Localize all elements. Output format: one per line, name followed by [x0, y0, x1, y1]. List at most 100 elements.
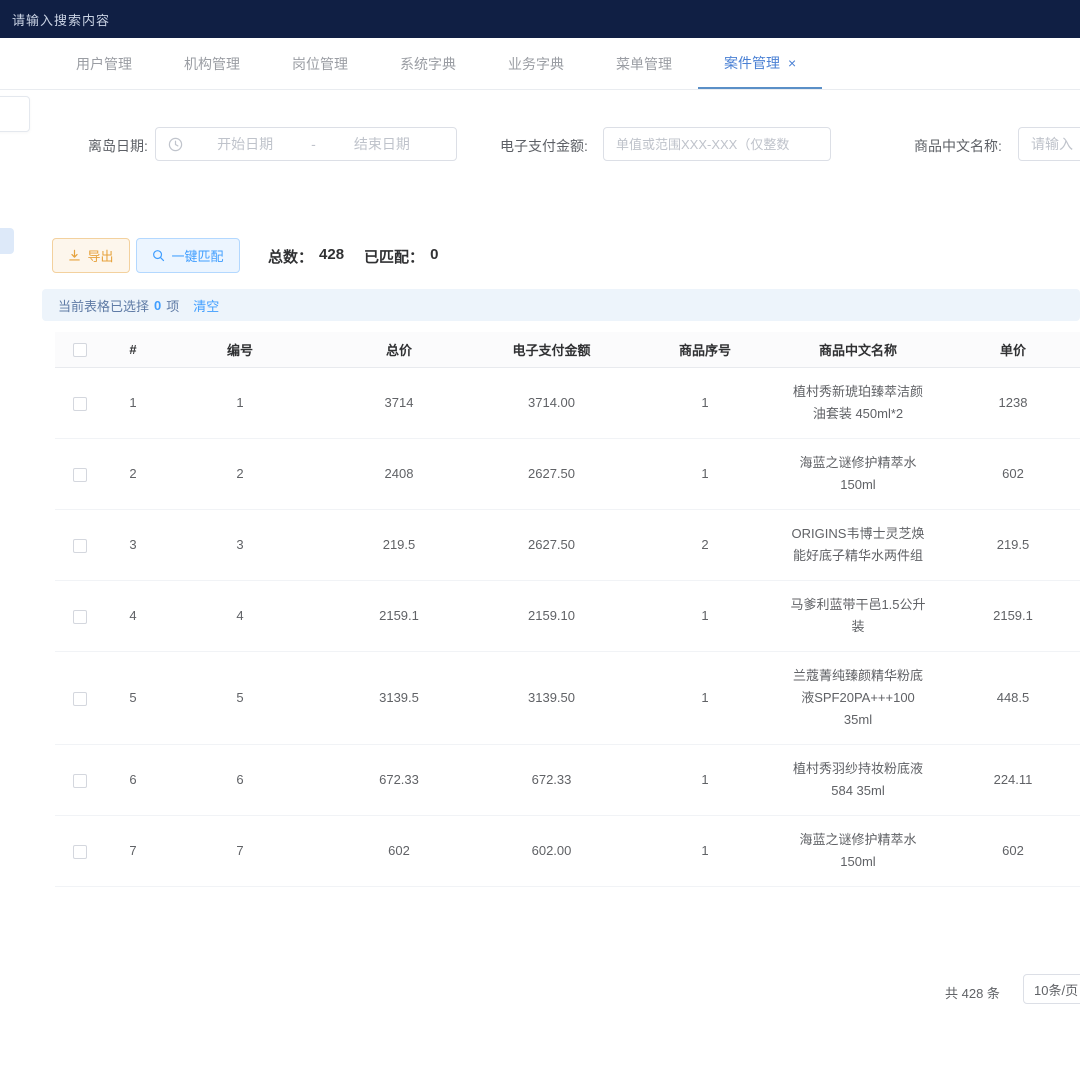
col-header-total: 总价: [319, 340, 479, 359]
col-header-unit: 单价: [930, 340, 1080, 359]
cell-index: 4: [105, 605, 161, 627]
clipped-left-card: [0, 96, 30, 132]
cell-epay: 2627.50: [479, 463, 624, 485]
cell-seq: 2: [624, 534, 786, 556]
selection-alert: 当前表格已选择 0 项 清空: [42, 289, 1080, 321]
tab-case-mgmt[interactable]: 案件管理 ×: [698, 38, 822, 89]
cell-epay: 1399.47: [479, 900, 624, 902]
clipped-left-strip: [0, 228, 14, 254]
row-checkbox[interactable]: [73, 468, 87, 482]
row-checkbox[interactable]: [73, 539, 87, 553]
cell-unit: 448.5: [930, 687, 1080, 709]
export-button[interactable]: 导出: [52, 238, 130, 273]
cell-unit: 459.82: [930, 900, 1080, 902]
product-name-input[interactable]: [1018, 127, 1080, 161]
row-checkbox[interactable]: [73, 397, 87, 411]
cell-unit: 1238: [930, 392, 1080, 414]
cell-index: 6: [105, 769, 161, 791]
cell-seq: 1: [624, 769, 786, 791]
close-icon[interactable]: ×: [788, 56, 796, 70]
cell-epay: 3714.00: [479, 392, 624, 414]
total-label: 总数：: [268, 246, 313, 267]
cell-index: 1: [105, 392, 161, 414]
pagination-total: 共 428 条: [945, 983, 1000, 1002]
cell-name: 植村秀新琥珀臻萃洁颜油套装 450ml*2: [786, 381, 930, 425]
row-checkbox[interactable]: [73, 692, 87, 706]
cell-name: 海蓝之谜修护精萃水 150ml: [786, 452, 930, 496]
cell-index: 2: [105, 463, 161, 485]
cell-total: 2159.1: [319, 605, 479, 627]
tab-label: 案件管理: [724, 53, 780, 73]
cell-epay: 2159.10: [479, 605, 624, 627]
tab-label: 菜单管理: [616, 54, 672, 74]
col-header-index: #: [105, 342, 161, 357]
col-header-epay: 电子支付金额: [479, 340, 624, 359]
tab-business-dict[interactable]: 业务字典: [482, 38, 590, 89]
cell-code: 1: [161, 392, 319, 414]
cell-epay: 2627.50: [479, 534, 624, 556]
export-button-label: 导出: [87, 246, 113, 265]
epay-amount-input[interactable]: [603, 127, 831, 161]
start-date-placeholder: 开始日期: [183, 134, 307, 154]
tab-org-mgmt[interactable]: 机构管理: [158, 38, 266, 89]
cell-total: 672.33: [319, 769, 479, 791]
global-search-input[interactable]: 请输入搜索内容: [12, 10, 110, 29]
table-row: 7 7 602 602.00 1 海蓝之谜修护精萃水 150ml 602: [55, 816, 1080, 887]
table-row: 1 1 3714 3714.00 1 植村秀新琥珀臻萃洁颜油套装 450ml*2…: [55, 368, 1080, 439]
tab-system-dict[interactable]: 系统字典: [374, 38, 482, 89]
cell-name: 海蓝之谜修护精萃水 150ml: [786, 829, 930, 873]
total-value: 428: [319, 246, 344, 267]
one-click-match-button[interactable]: 一键匹配: [136, 238, 240, 273]
select-all-checkbox[interactable]: [73, 343, 87, 357]
tab-user-mgmt[interactable]: 用户管理: [50, 38, 158, 89]
selection-prefix: 当前表格已选择: [58, 296, 149, 315]
cell-code: 4: [161, 605, 319, 627]
page-size-value: 10条/页: [1034, 980, 1078, 999]
cell-code: 2: [161, 463, 319, 485]
download-icon: [68, 249, 81, 262]
page-size-select[interactable]: 10条/页: [1023, 974, 1080, 1004]
cell-unit: 2159.1: [930, 605, 1080, 627]
matched-label: 已匹配：: [364, 246, 424, 267]
cell-seq: 1: [624, 605, 786, 627]
date-separator: -: [307, 136, 320, 152]
tab-label: 用户管理: [76, 54, 132, 74]
date-filter-label: 离岛日期:: [88, 136, 148, 156]
cell-name: 兰蔻菁纯臻颜精华粉底液SPF20PA+++100 35ml: [786, 665, 930, 731]
cell-unit: 224.11: [930, 769, 1080, 791]
row-checkbox[interactable]: [73, 774, 87, 788]
table-row: 8 8 1399.47 1399.47 1 卡诗菁纯亮泽经典香氛 459.82: [55, 887, 1080, 902]
cell-unit: 219.5: [930, 534, 1080, 556]
clear-selection-link[interactable]: 清空: [193, 296, 219, 315]
tab-post-mgmt[interactable]: 岗位管理: [266, 38, 374, 89]
table-row: 4 4 2159.1 2159.10 1 马爹利蓝带干邑1.5公升装 2159.…: [55, 581, 1080, 652]
row-checkbox[interactable]: [73, 610, 87, 624]
cell-code: 6: [161, 769, 319, 791]
cell-seq: 1: [624, 463, 786, 485]
cell-name: 卡诗菁纯亮泽经典香氛: [786, 900, 930, 902]
cell-epay: 3139.50: [479, 687, 624, 709]
cell-code: 3: [161, 534, 319, 556]
tab-label: 业务字典: [508, 54, 564, 74]
cell-name: 植村秀羽纱持妆粉底液 584 35ml: [786, 758, 930, 802]
col-header-code: 编号: [161, 340, 319, 359]
tab-label: 机构管理: [184, 54, 240, 74]
row-checkbox[interactable]: [73, 845, 87, 859]
cell-total: 3139.5: [319, 687, 479, 709]
selection-item-word: 项: [166, 296, 179, 315]
clock-icon: [168, 137, 183, 152]
tab-menu-mgmt[interactable]: 菜单管理: [590, 38, 698, 89]
cell-total: 3714: [319, 392, 479, 414]
date-range-picker[interactable]: 开始日期 - 结束日期: [155, 127, 457, 161]
cell-unit: 602: [930, 840, 1080, 862]
cell-unit: 602: [930, 463, 1080, 485]
col-header-seq: 商品序号: [624, 340, 786, 359]
cell-name: ORIGINS韦博士灵芝焕能好底子精华水两件组: [786, 523, 930, 567]
cell-seq: 1: [624, 900, 786, 902]
table-row: 6 6 672.33 672.33 1 植村秀羽纱持妆粉底液 584 35ml …: [55, 745, 1080, 816]
case-table: # 编号 总价 电子支付金额 商品序号 商品中文名称 单价 1 1 3714 3…: [55, 332, 1080, 902]
cell-total: 1399.47: [319, 900, 479, 902]
cell-code: 5: [161, 687, 319, 709]
top-navbar: 请输入搜索内容: [0, 0, 1080, 38]
tab-label: 系统字典: [400, 54, 456, 74]
